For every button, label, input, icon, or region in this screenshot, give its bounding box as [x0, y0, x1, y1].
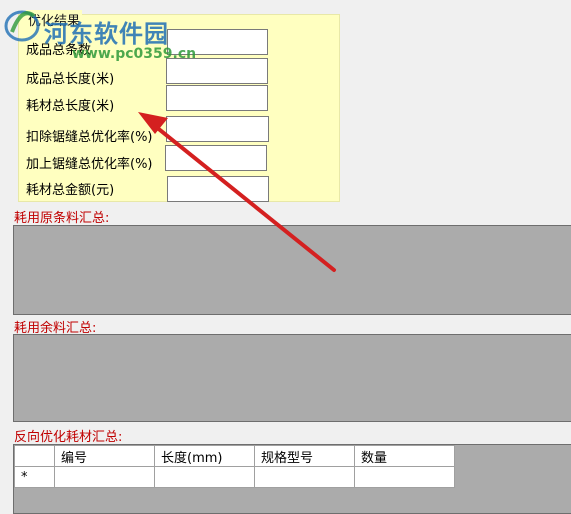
- remnant-summary-grid[interactable]: [13, 334, 571, 422]
- total-material-length-field[interactable]: [166, 85, 268, 111]
- table-cell[interactable]: [354, 466, 455, 488]
- total-material-cost-field[interactable]: [167, 176, 269, 202]
- reverse-summary-label: 反向优化耗材汇总:: [14, 430, 123, 445]
- column-header-length[interactable]: 长度(mm): [154, 445, 255, 467]
- reverse-summary-table[interactable]: 编号 长度(mm) 规格型号 数量 *: [14, 445, 455, 488]
- column-header-quantity[interactable]: 数量: [354, 445, 455, 467]
- table-cell[interactable]: [254, 466, 355, 488]
- rate-excl-kerf-field[interactable]: [166, 116, 269, 142]
- watermark-logo-icon: [4, 10, 40, 42]
- watermark-url: www.pc0359.cn: [72, 46, 197, 62]
- table-cell[interactable]: [154, 466, 255, 488]
- total-material-cost-label: 耗材总金额(元): [26, 183, 115, 198]
- column-header-id[interactable]: 编号: [54, 445, 155, 467]
- table-header-row: 编号 长度(mm) 规格型号 数量: [14, 445, 455, 467]
- column-header-spec[interactable]: 规格型号: [254, 445, 355, 467]
- rate-incl-kerf-field[interactable]: [165, 145, 267, 171]
- rate-excl-kerf-label: 扣除锯缝总优化率(%): [26, 130, 153, 145]
- new-row-marker: *: [14, 466, 55, 488]
- raw-material-summary-label: 耗用原条料汇总:: [14, 211, 110, 226]
- raw-material-summary-grid[interactable]: [13, 225, 571, 315]
- table-cell[interactable]: [54, 466, 155, 488]
- total-material-length-label: 耗材总长度(米): [26, 99, 115, 114]
- watermark-site-name: 河东软件园: [44, 19, 169, 48]
- row-header-corner: [14, 445, 55, 467]
- rate-incl-kerf-label: 加上锯缝总优化率(%): [26, 157, 153, 172]
- table-row[interactable]: *: [14, 466, 455, 488]
- total-finished-length-label: 成品总长度(米): [26, 72, 115, 87]
